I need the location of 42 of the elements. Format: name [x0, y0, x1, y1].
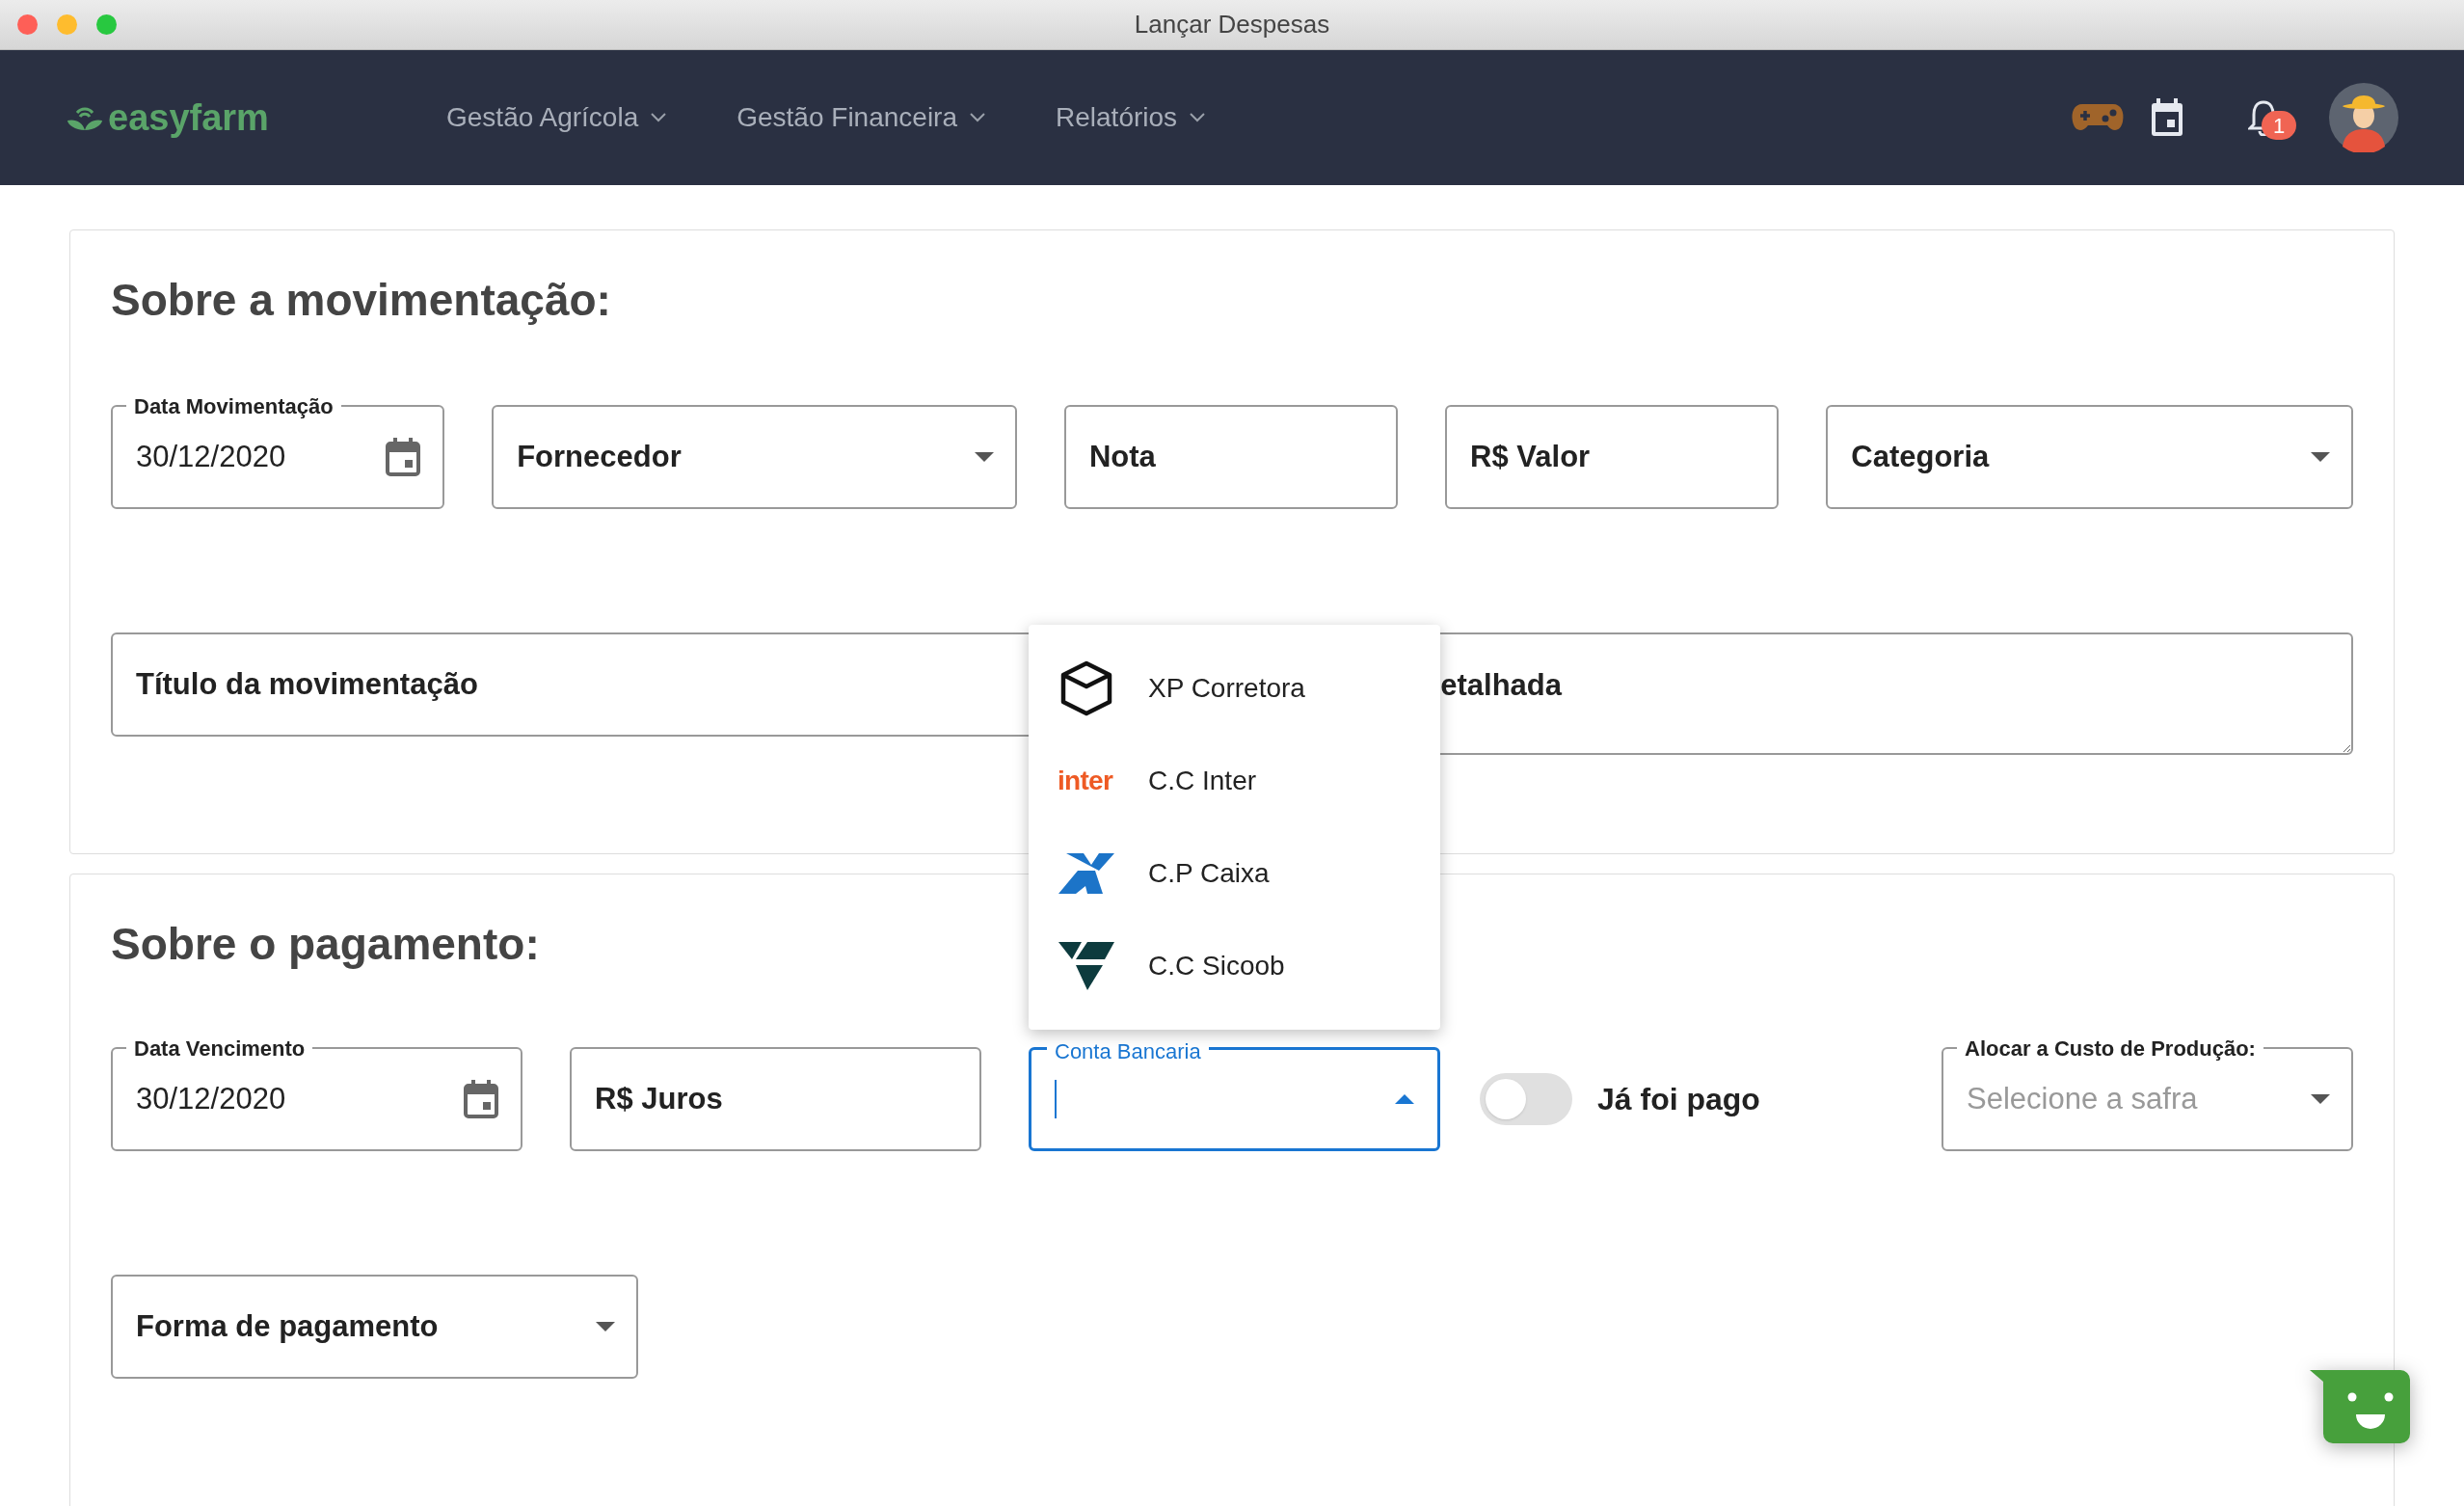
dropdown-arrow-icon: [2311, 452, 2330, 462]
toggle-label: Já foi pago: [1597, 1081, 1760, 1118]
x-logo-icon: [1058, 853, 1114, 894]
option-label: C.C Inter: [1148, 765, 1257, 797]
text-field[interactable]: Nota: [1063, 405, 1399, 509]
toggle-switch[interactable]: [1480, 1073, 1572, 1125]
triangles-logo-icon: [1058, 942, 1114, 990]
cube-icon: [1060, 660, 1112, 716]
chevron-down-icon: [1189, 112, 1207, 123]
chevron-down-icon: [969, 112, 987, 123]
logo[interactable]: easyfarm: [66, 90, 446, 146]
select-field[interactable]: Fornecedor: [492, 405, 1017, 509]
section-heading: Sobre o pagamento:: [111, 918, 540, 971]
select-field[interactable]: Forma de pagamento: [111, 1275, 638, 1379]
dropdown-arrow-icon: [2311, 1094, 2330, 1104]
nav-menu[interactable]: Relatórios: [1056, 97, 1207, 138]
close-window-button[interactable]: [17, 14, 38, 35]
gamepad-icon[interactable]: [2071, 102, 2125, 133]
notification-badge: 1: [2262, 111, 2296, 140]
chevron-down-icon: [650, 112, 668, 123]
dropdown-arrow-icon: [596, 1322, 615, 1331]
chat-bot-icon[interactable]: [2310, 1370, 2410, 1443]
avatar[interactable]: [2329, 83, 2398, 152]
select-field[interactable]: Categoria: [1826, 405, 2353, 509]
nav-menu[interactable]: Gestão Financeira: [737, 97, 987, 138]
text-field[interactable]: R$ Valor: [1445, 405, 1780, 509]
dropdown-arrow-icon: [1395, 1094, 1414, 1104]
nav-menu[interactable]: Gestão Agrícola: [446, 97, 668, 138]
window-title: Lançar Despesas: [1134, 9, 1330, 40]
maximize-window-button[interactable]: [96, 14, 117, 35]
calendar-icon: [385, 438, 422, 476]
section-heading: Sobre a movimentação:: [111, 274, 611, 327]
text-cursor: [1055, 1080, 1057, 1118]
calendar-icon[interactable]: [2150, 98, 2184, 137]
menu-option[interactable]: C.C Sicoob: [1029, 920, 1440, 1012]
calendar-icon: [463, 1080, 499, 1118]
dropdown-arrow-icon: [974, 452, 994, 462]
menu-option[interactable]: C.P Caixa: [1029, 827, 1440, 920]
option-label: C.C Sicoob: [1148, 950, 1285, 982]
text-field[interactable]: R$ Juros: [570, 1047, 981, 1151]
option-label: C.P Caixa: [1148, 857, 1270, 890]
bank-logo: inter: [1058, 765, 1114, 797]
